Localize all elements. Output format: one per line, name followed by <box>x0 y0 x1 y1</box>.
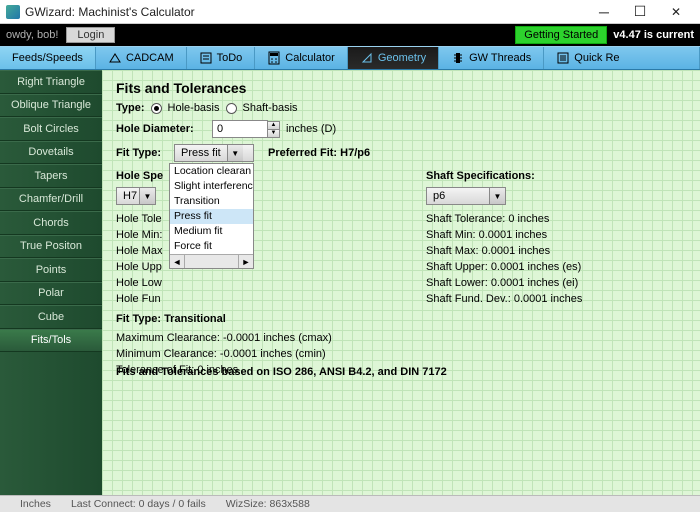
getting-started-button[interactable]: Getting Started <box>515 26 607 44</box>
hole-line: Hole Low <box>116 275 386 291</box>
shaft-line: Shaft Max: 0.0001 inches <box>426 243 582 259</box>
sidebar-item-right-triangle[interactable]: Right Triangle <box>0 70 102 94</box>
fit-type-row: Fit Type: Press fit▼ Preferred Fit: H7/p… <box>116 144 686 162</box>
greeting-text: owdy, bob! <box>6 29 58 41</box>
tab-calculator[interactable]: Calculator <box>255 47 348 69</box>
status-units: Inches <box>20 498 51 510</box>
sidebar-item-oblique-triangle[interactable]: Oblique Triangle <box>0 94 102 118</box>
dropdown-option[interactable]: Location clearan <box>170 164 253 179</box>
preferred-fit-label: Preferred Fit: H7/p6 <box>268 147 370 159</box>
userbar: owdy, bob! Login Getting Started v4.47 i… <box>0 24 700 46</box>
sidebar-item-cube[interactable]: Cube <box>0 305 102 329</box>
shaft-line: Shaft Min: 0.0001 inches <box>426 227 582 243</box>
dropdown-option[interactable]: Medium fit <box>170 224 253 239</box>
hole-dia-input[interactable] <box>212 120 268 138</box>
sidebar-item-points[interactable]: Points <box>0 258 102 282</box>
sidebar-item-true-position[interactable]: True Positon <box>0 235 102 259</box>
sidebar: Right Triangle Oblique Triangle Bolt Cir… <box>0 70 102 495</box>
type-label: Type: <box>116 102 145 114</box>
minimize-button[interactable]: ─ <box>586 0 622 24</box>
login-button[interactable]: Login <box>66 27 115 43</box>
summary-line: Fit Type: Transitional <box>116 311 386 327</box>
tab-gwthreads[interactable]: GW Threads <box>439 47 544 69</box>
dropdown-option-selected[interactable]: Press fit <box>170 209 253 224</box>
sidebar-item-bolt-circles[interactable]: Bolt Circles <box>0 117 102 141</box>
window-title: GWizard: Machinist's Calculator <box>25 5 586 19</box>
fit-type-label: Fit Type: <box>116 147 168 159</box>
status-wizsize: WizSize: 863x588 <box>226 498 310 510</box>
dropdown-scrollbar[interactable]: ◄ ► <box>170 254 253 268</box>
summary-line: Minimum Clearance: -0.0001 inches (cmin) <box>116 346 386 362</box>
dropdown-option[interactable]: Force fit <box>170 239 253 254</box>
quickref-icon <box>556 51 570 65</box>
sidebar-item-polar[interactable]: Polar <box>0 282 102 306</box>
radio-shaft-label: Shaft-basis <box>243 102 298 114</box>
tab-geometry[interactable]: Geometry <box>348 47 439 69</box>
cadcam-icon <box>108 51 122 65</box>
todo-icon <box>199 51 213 65</box>
hole-dia-spinner[interactable]: ▲▼ <box>267 121 280 138</box>
radio-hole-basis[interactable] <box>151 103 162 114</box>
close-button[interactable]: ✕ <box>658 0 694 24</box>
hole-combo[interactable]: H7▼ <box>116 187 156 205</box>
shaft-combo[interactable]: p6▼ <box>426 187 506 205</box>
calculator-icon <box>267 51 281 65</box>
shaft-line: Shaft Lower: 0.0001 inches (ei) <box>426 275 582 291</box>
chevron-down-icon: ▼ <box>489 188 505 204</box>
app-icon <box>6 5 20 19</box>
dropdown-option[interactable]: Transition <box>170 194 253 209</box>
tab-todo[interactable]: ToDo <box>187 47 256 69</box>
shaft-line: Shaft Tolerance: 0 inches <box>426 211 582 227</box>
type-row: Type: Hole-basis Shaft-basis <box>116 102 686 114</box>
tabbar: Feeds/Speeds CADCAM ToDo Calculator Geom… <box>0 46 700 70</box>
sidebar-item-tapers[interactable]: Tapers <box>0 164 102 188</box>
hole-diameter-row: Hole Diameter: ▲▼ inches (D) <box>116 120 686 138</box>
shaft-spec-heading: Shaft Specifications: <box>426 168 582 184</box>
fit-type-dropdown[interactable]: Location clearan Slight interferenc Tran… <box>169 163 254 269</box>
version-label: v4.47 is current <box>613 29 694 41</box>
content-area: Fits and Tolerances Type: Hole-basis Sha… <box>102 70 700 495</box>
hole-line: Hole Fun <box>116 291 386 307</box>
chevron-down-icon: ▼ <box>139 188 155 204</box>
chevron-down-icon: ▼ <box>227 145 243 161</box>
maximize-button[interactable]: ☐ <box>622 0 658 24</box>
sidebar-item-fits-tols[interactable]: Fits/Tols <box>0 329 102 353</box>
scroll-left-icon[interactable]: ◄ <box>170 255 185 268</box>
footnote: Fits and Tolerances based on ISO 286, AN… <box>116 366 447 378</box>
sidebar-item-chords[interactable]: Chords <box>0 211 102 235</box>
page-title: Fits and Tolerances <box>116 80 686 96</box>
tab-cadcam[interactable]: CADCAM <box>96 47 187 69</box>
sidebar-item-dovetails[interactable]: Dovetails <box>0 141 102 165</box>
summary-line: Maximum Clearance: -0.0001 inches (cmax) <box>116 330 386 346</box>
radio-shaft-basis[interactable] <box>226 103 237 114</box>
statusbar: Inches Last Connect: 0 days / 0 fails Wi… <box>0 495 700 512</box>
radio-hole-label: Hole-basis <box>168 102 220 114</box>
scroll-right-icon[interactable]: ► <box>238 255 253 268</box>
shaft-line: Shaft Fund. Dev.: 0.0001 inches <box>426 291 582 307</box>
titlebar: GWizard: Machinist's Calculator ─ ☐ ✕ <box>0 0 700 24</box>
threads-icon <box>451 51 465 65</box>
status-connect: Last Connect: 0 days / 0 fails <box>71 498 206 510</box>
dropdown-option[interactable]: Slight interferenc <box>170 179 253 194</box>
fit-type-combo[interactable]: Press fit▼ <box>174 144 254 162</box>
hole-dia-label: Hole Diameter: <box>116 123 206 135</box>
shaft-line: Shaft Upper: 0.0001 inches (es) <box>426 259 582 275</box>
tab-quick-ref[interactable]: Quick Re <box>544 47 700 69</box>
hole-dia-unit: inches (D) <box>286 123 336 135</box>
sidebar-item-chamfer-drill[interactable]: Chamfer/Drill <box>0 188 102 212</box>
geometry-icon <box>360 51 374 65</box>
tab-feeds-speeds[interactable]: Feeds/Speeds <box>0 47 96 69</box>
